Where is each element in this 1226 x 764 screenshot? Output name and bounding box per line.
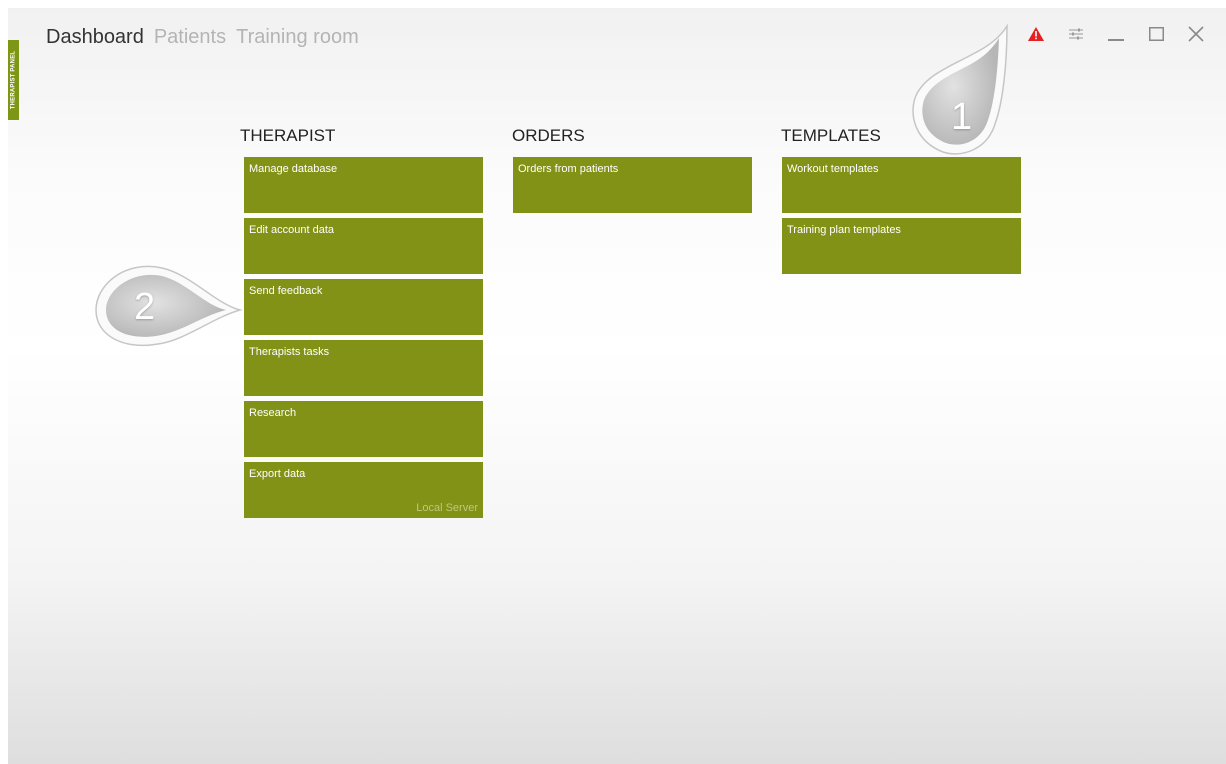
- close-icon: [1188, 26, 1204, 42]
- maximize-icon: [1148, 27, 1164, 41]
- tile-export-data[interactable]: Export data Local Server: [244, 462, 483, 518]
- settings-sliders-icon: [1069, 28, 1083, 40]
- warning-button[interactable]: [1016, 20, 1056, 48]
- section-title-therapist: THERAPIST: [240, 126, 336, 145]
- callout-number: 1: [951, 96, 973, 138]
- tile-label: Therapists tasks: [249, 346, 330, 358]
- tile-workout-templates[interactable]: Workout templates: [782, 157, 1021, 213]
- minimize-icon: [1108, 39, 1124, 41]
- callout-2: 2: [94, 262, 244, 348]
- settings-button[interactable]: [1056, 20, 1096, 48]
- tile-label: Edit account data: [249, 224, 335, 236]
- callout-number: 2: [134, 286, 156, 328]
- tab-patients[interactable]: Patients: [154, 26, 226, 49]
- tile-manage-database[interactable]: Manage database: [244, 157, 483, 213]
- therapist-panel-label: THERAPIST PANEL: [10, 50, 17, 110]
- maximize-button[interactable]: [1136, 20, 1176, 48]
- section-title-orders: ORDERS: [512, 126, 585, 145]
- main-nav: Dashboard Patients Training room: [46, 26, 359, 49]
- close-button[interactable]: [1176, 20, 1216, 48]
- tile-label: Training plan templates: [787, 224, 901, 236]
- tile-label: Manage database: [249, 163, 338, 175]
- minimize-button[interactable]: [1096, 20, 1136, 48]
- section-title-templates: TEMPLATES: [781, 126, 881, 145]
- server-status-label: Local Server: [416, 502, 478, 514]
- callout-teardrop-shape: [912, 23, 1008, 155]
- tile-training-plan-templates[interactable]: Training plan templates: [782, 218, 1021, 274]
- tile-label: Export data: [249, 468, 306, 480]
- callout-1: 1: [903, 23, 1013, 164]
- tile-send-feedback[interactable]: Send feedback: [244, 279, 483, 335]
- callout-teardrop-shape: [95, 265, 243, 347]
- tile-label: Orders from patients: [518, 163, 619, 175]
- tile-label: Research: [249, 407, 297, 419]
- warning-icon: [1028, 27, 1044, 41]
- tile-orders-from-patients[interactable]: Orders from patients: [513, 157, 752, 213]
- tile-label: Workout templates: [787, 163, 879, 175]
- tile-therapists-tasks[interactable]: Therapists tasks: [244, 340, 483, 396]
- tile-research[interactable]: Research: [244, 401, 483, 457]
- tab-training-room[interactable]: Training room: [236, 26, 359, 49]
- tile-edit-account-data[interactable]: Edit account data: [244, 218, 483, 274]
- therapist-panel-tab[interactable]: THERAPIST PANEL: [8, 40, 19, 120]
- window-controls: [1016, 20, 1216, 48]
- tab-dashboard[interactable]: Dashboard: [46, 26, 144, 49]
- tile-label: Send feedback: [249, 285, 323, 297]
- app-window: THERAPIST PANEL Dashboard Patients Train…: [8, 8, 1226, 764]
